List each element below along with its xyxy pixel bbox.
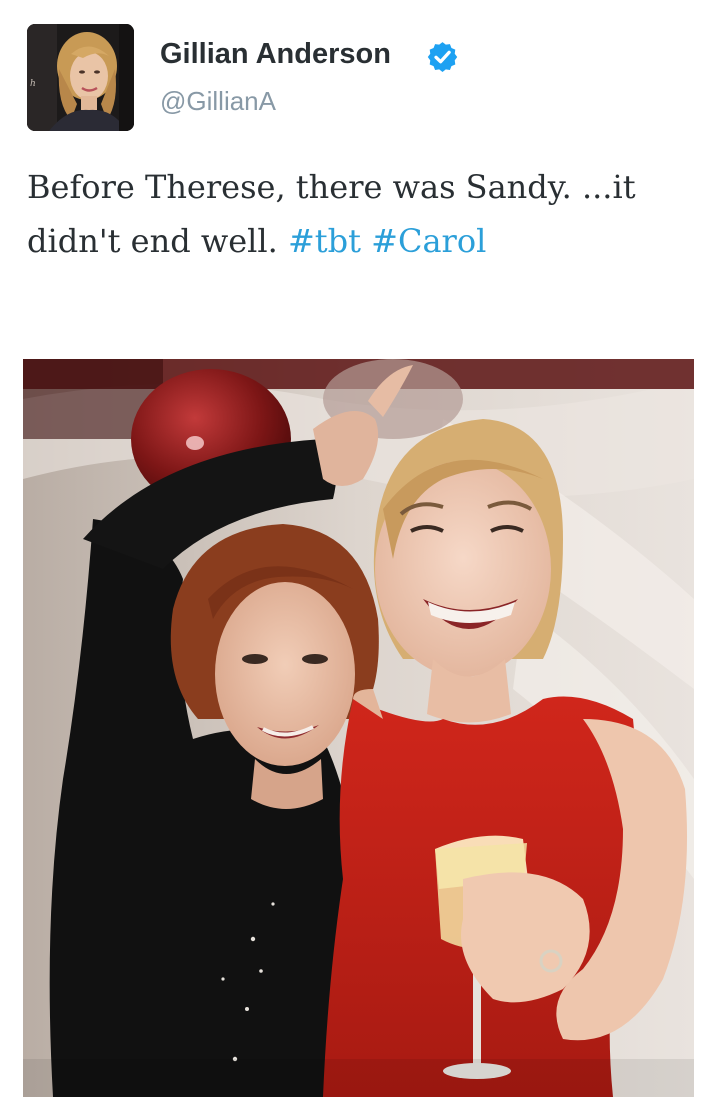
verified-badge-icon — [427, 42, 458, 73]
tweet-card: h Gillian Anderson @GillianA Before Ther… — [0, 0, 715, 1097]
tweet-text-spacer — [361, 222, 371, 260]
user-handle[interactable]: @GillianA — [160, 86, 276, 117]
tweet-photo-image — [23, 359, 694, 1097]
tweet-photo[interactable] — [23, 359, 694, 1097]
avatar-image: h — [27, 24, 134, 131]
hashtag-link-tbt[interactable]: #tbt — [288, 222, 361, 260]
hashtag-link-carol[interactable]: #Carol — [371, 222, 486, 260]
svg-text:h: h — [30, 79, 36, 89]
tweet-text: Before Therese, there was Sandy. ...it d… — [27, 160, 667, 268]
avatar[interactable]: h — [27, 24, 134, 131]
display-name[interactable]: Gillian Anderson — [160, 38, 391, 71]
